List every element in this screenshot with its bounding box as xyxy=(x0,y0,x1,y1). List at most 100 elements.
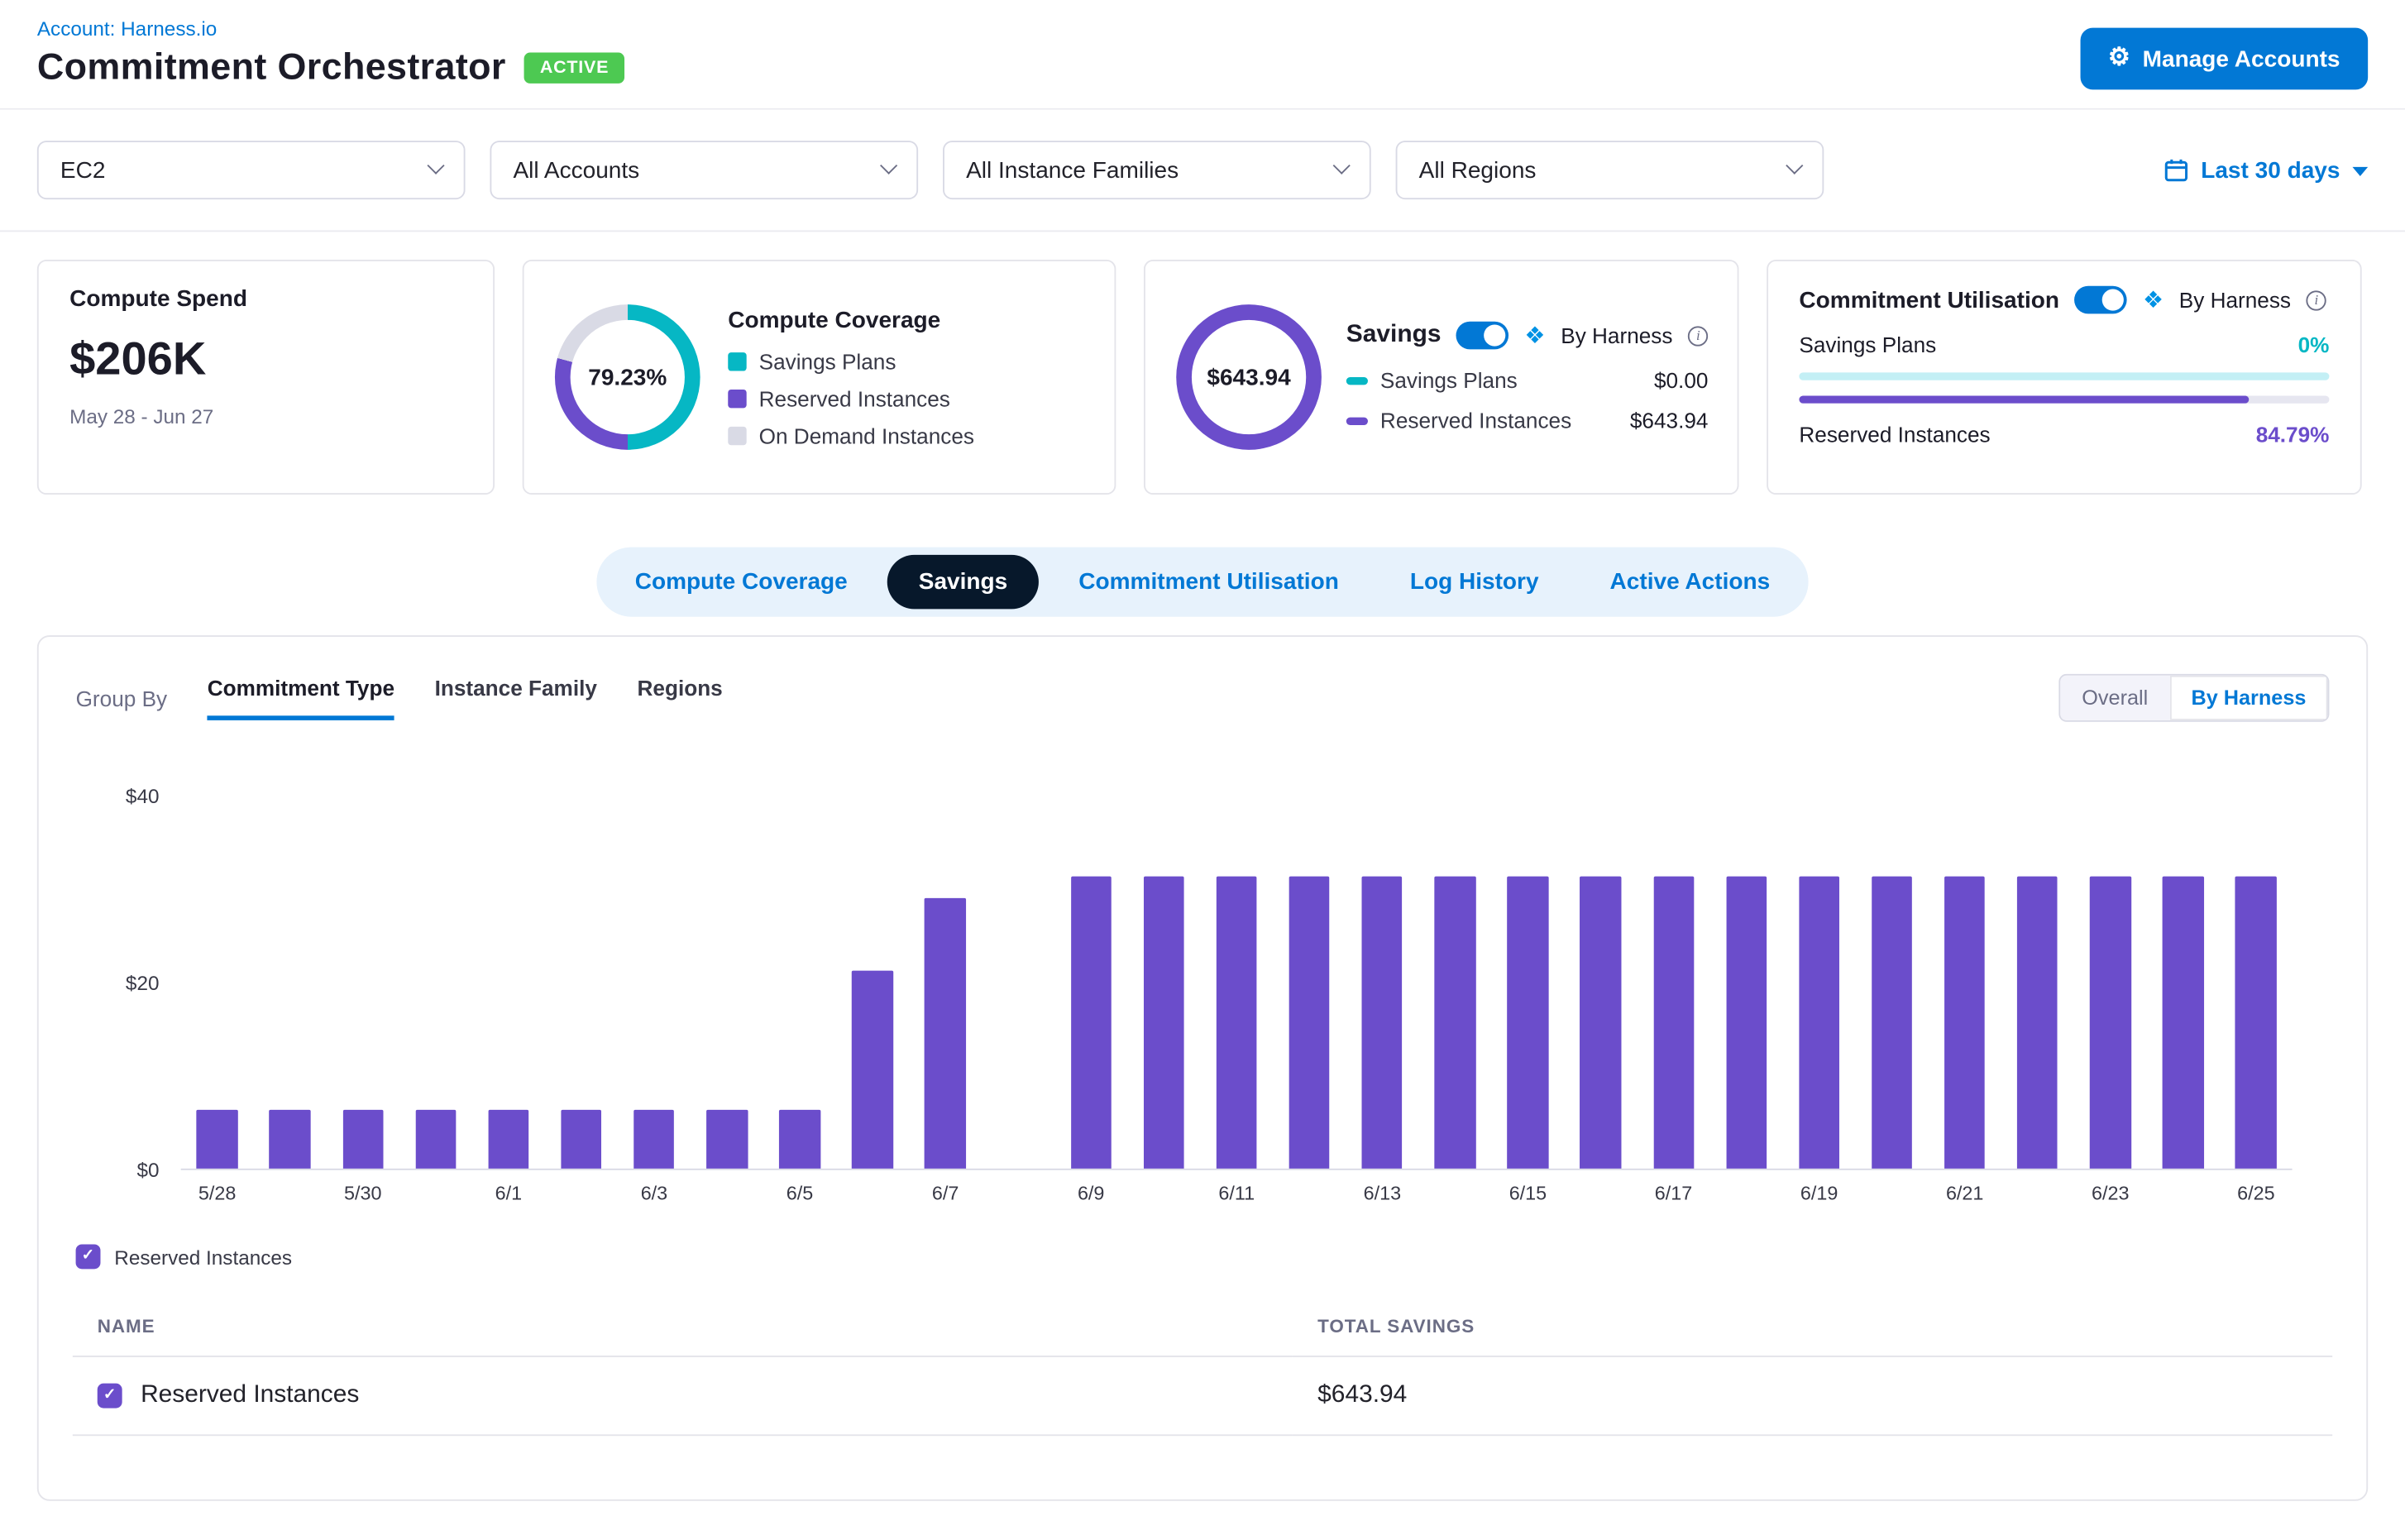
group-tab-commitment-type[interactable]: Commitment Type xyxy=(208,676,394,720)
bar-slot-6/4 xyxy=(691,796,763,1168)
utilisation-row-reserved-instances: Reserved Instances 84.79% xyxy=(1799,422,2329,447)
savings-plans-utilisation-value: 0% xyxy=(2298,332,2330,357)
bar-slot-6/19 xyxy=(1783,796,1856,1168)
bar-6/5[interactable] xyxy=(779,1110,820,1169)
page-header: Account: Harness.io Commitment Orchestra… xyxy=(0,0,2405,110)
summary-cards: Compute Spend $206K May 28 - Jun 27 79.2… xyxy=(37,260,2368,495)
bar-slot-6/16 xyxy=(1564,796,1637,1168)
group-tab-instance-family[interactable]: Instance Family xyxy=(435,676,597,720)
savings-row-savings-plans: Savings Plans $0.00 xyxy=(1346,368,1709,393)
chart-y-axis: $40 $20 $0 xyxy=(69,796,181,1169)
bar-6/6[interactable] xyxy=(852,971,892,1169)
x-tick-6/8 xyxy=(982,1183,1054,1204)
bar-6/2[interactable] xyxy=(561,1110,601,1169)
instance-families-filter-select[interactable]: All Instance Families xyxy=(943,141,1371,199)
x-tick-6/5: 6/5 xyxy=(763,1183,836,1204)
info-icon[interactable]: i xyxy=(2307,289,2326,309)
tab-savings[interactable]: Savings xyxy=(887,555,1038,609)
bar-6/1[interactable] xyxy=(488,1110,528,1169)
check-icon: ✓ xyxy=(103,1388,117,1404)
reserved-instances-utilisation-value: 84.79% xyxy=(2256,422,2330,447)
x-tick-6/13: 6/13 xyxy=(1346,1183,1418,1204)
utilisation-by-harness-toggle[interactable] xyxy=(2075,286,2128,314)
savings-plans-progress-track xyxy=(1799,372,2329,380)
service-filter-select[interactable]: EC2 xyxy=(37,141,466,199)
bar-6/13[interactable] xyxy=(1362,876,1403,1169)
x-tick-6/15: 6/15 xyxy=(1491,1183,1564,1204)
bar-6/7[interactable] xyxy=(925,897,965,1169)
bar-6/15[interactable] xyxy=(1508,876,1548,1169)
tab-log-history[interactable]: Log History xyxy=(1379,555,1570,609)
date-range-value: Last 30 days xyxy=(2201,157,2340,184)
account-breadcrumb-link[interactable]: Account: Harness.io xyxy=(37,17,217,41)
bar-slot-6/5 xyxy=(763,796,836,1168)
bar-6/9[interactable] xyxy=(1071,876,1112,1169)
table-row-reserved-instances[interactable]: ✓ Reserved Instances $643.94 xyxy=(73,1356,2332,1435)
x-tick-6/24 xyxy=(2147,1183,2220,1204)
bar-6/25[interactable] xyxy=(2235,876,2276,1169)
by-harness-label: By Harness xyxy=(2179,288,2291,313)
bar-slot-6/14 xyxy=(1418,796,1491,1168)
bar-6/20[interactable] xyxy=(1872,876,1912,1169)
bar-slot-5/30 xyxy=(327,796,399,1168)
row-checkbox[interactable]: ✓ xyxy=(98,1384,122,1408)
bar-6/23[interactable] xyxy=(2090,876,2130,1169)
x-tick-6/4 xyxy=(691,1183,763,1204)
compute-coverage-title: Compute Coverage xyxy=(728,307,974,333)
bar-6/12[interactable] xyxy=(1289,876,1330,1169)
segment-by-harness[interactable]: By Harness xyxy=(2169,676,2327,720)
savings-donut: $643.94 xyxy=(1176,304,1322,450)
bar-5/29[interactable] xyxy=(270,1110,310,1169)
commitment-orchestrator-page: Account: Harness.io Commitment Orchestra… xyxy=(0,0,2405,1539)
group-tab-regions[interactable]: Regions xyxy=(638,676,723,720)
bar-6/17[interactable] xyxy=(1653,876,1694,1169)
bar-slot-6/1 xyxy=(472,796,545,1168)
accounts-filter-select[interactable]: All Accounts xyxy=(490,141,918,199)
bar-6/10[interactable] xyxy=(1144,876,1184,1169)
bar-6/18[interactable] xyxy=(1726,876,1767,1169)
bar-5/30[interactable] xyxy=(342,1110,383,1169)
bar-slot-6/9 xyxy=(1054,796,1127,1168)
tab-active-actions[interactable]: Active Actions xyxy=(1579,555,1800,609)
chevron-down-icon xyxy=(427,157,444,175)
bar-5/28[interactable] xyxy=(197,1110,237,1169)
calendar-icon xyxy=(2164,158,2188,183)
chart-x-axis: 5/285/306/16/36/56/76/96/116/136/156/176… xyxy=(181,1183,2293,1204)
bar-slot-5/31 xyxy=(399,796,472,1168)
x-tick-6/20 xyxy=(1856,1183,1929,1204)
page-title: Commitment Orchestrator xyxy=(37,46,506,89)
bar-6/16[interactable] xyxy=(1580,876,1621,1169)
row-name: Reserved Instances xyxy=(141,1382,359,1410)
bar-slot-6/13 xyxy=(1346,796,1418,1168)
reserved-instances-marker xyxy=(1346,417,1368,424)
savings-by-harness-toggle[interactable] xyxy=(1456,322,1509,350)
bar-6/11[interactable] xyxy=(1217,876,1257,1169)
legend-item-on-demand: On Demand Instances xyxy=(728,423,974,447)
savings-bar-chart: $40 $20 $0 5/285/306/16/36/56/76/96/116/… xyxy=(69,796,2336,1203)
bar-6/22[interactable] xyxy=(2017,876,2058,1169)
x-tick-6/6 xyxy=(836,1183,909,1204)
manage-accounts-button[interactable]: ⚙ Manage Accounts xyxy=(2080,28,2368,90)
bar-6/4[interactable] xyxy=(706,1110,747,1169)
tab-compute-coverage[interactable]: Compute Coverage xyxy=(604,555,878,609)
table-header-row: NAME TOTAL SAVINGS xyxy=(73,1297,2332,1356)
bar-5/31[interactable] xyxy=(415,1110,456,1169)
info-icon[interactable]: i xyxy=(1688,325,1708,345)
x-tick-6/21: 6/21 xyxy=(1929,1183,2001,1204)
segment-overall[interactable]: Overall xyxy=(2060,676,2169,720)
bar-6/14[interactable] xyxy=(1435,876,1475,1169)
compute-spend-value: $206K xyxy=(69,334,462,387)
chevron-down-icon xyxy=(1333,157,1351,175)
compute-spend-title: Compute Spend xyxy=(69,286,462,313)
x-tick-6/18 xyxy=(1710,1183,1783,1204)
tab-commitment-utilisation[interactable]: Commitment Utilisation xyxy=(1048,555,1370,609)
date-range-picker[interactable]: Last 30 days xyxy=(2164,157,2368,184)
bar-slot-6/3 xyxy=(618,796,691,1168)
legend-checkbox-reserved-instances[interactable]: ✓ xyxy=(76,1244,101,1269)
bar-6/19[interactable] xyxy=(1799,876,1839,1169)
bar-6/21[interactable] xyxy=(1944,876,1985,1169)
bar-slot-6/22 xyxy=(2001,796,2074,1168)
bar-6/24[interactable] xyxy=(2163,876,2203,1169)
bar-6/3[interactable] xyxy=(634,1110,674,1169)
regions-filter-select[interactable]: All Regions xyxy=(1396,141,1824,199)
